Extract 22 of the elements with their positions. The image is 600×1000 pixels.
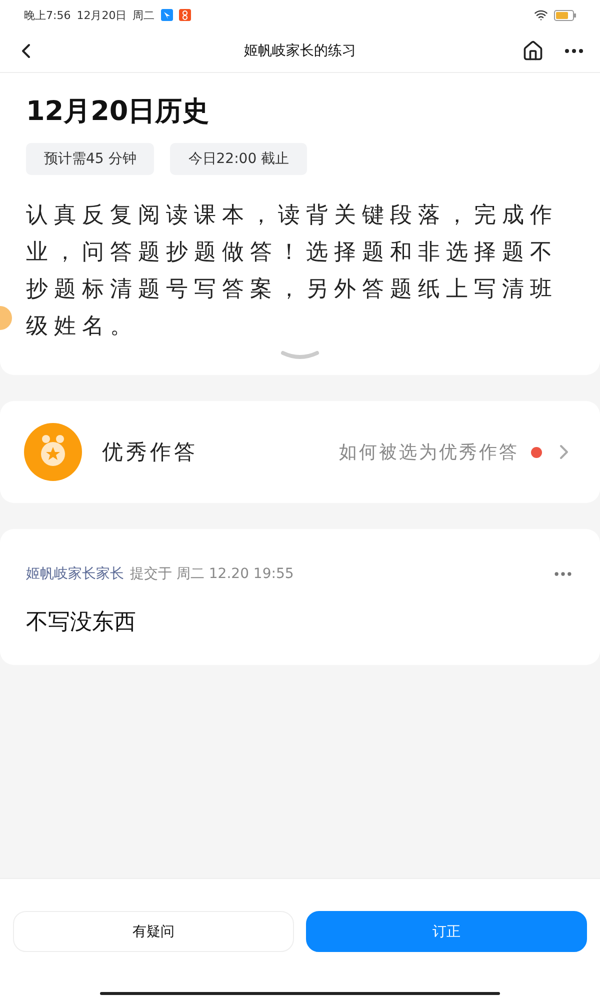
submission-content: 不写没东西: [26, 609, 137, 637]
home-icon[interactable]: [522, 40, 544, 62]
assignment-description: 认真反复阅读课本，读背关键段落，完成作业，问答题抄题做答！选择题和非选择题不抄题标清题号写答案，另外答题纸上写清班级姓名。: [26, 202, 559, 341]
window-title: 姬帆岐家长的练习: [243, 42, 357, 60]
submission-time: 提交于 周二 12.20 19:55: [130, 565, 295, 583]
battery-icon: [554, 10, 576, 20]
wifi-icon: [534, 8, 548, 22]
info-tag: 预计需45 分钟: [26, 143, 154, 175]
excellent-card[interactable]: 优秀作答 如何被选为优秀作答: [0, 401, 600, 503]
status-date: 12月20日: [76, 8, 127, 22]
question-button[interactable]: 有疑问: [13, 911, 294, 952]
status-weekday: 周二: [132, 8, 155, 22]
info-tag: 今日22:00 截止: [170, 143, 308, 175]
help-link[interactable]: 如何被选为优秀作答: [339, 440, 519, 464]
correct-button[interactable]: 订正: [306, 911, 587, 952]
author-name: 姬帆岐家长家长: [26, 565, 124, 583]
medal-icon: [24, 423, 82, 481]
app-icon: [160, 9, 173, 21]
app-icon: [178, 9, 191, 21]
section-label: 优秀作答: [102, 439, 199, 466]
status-time: 晚上7:56: [24, 8, 71, 22]
assignment-title: 12月20日历史: [26, 95, 210, 129]
